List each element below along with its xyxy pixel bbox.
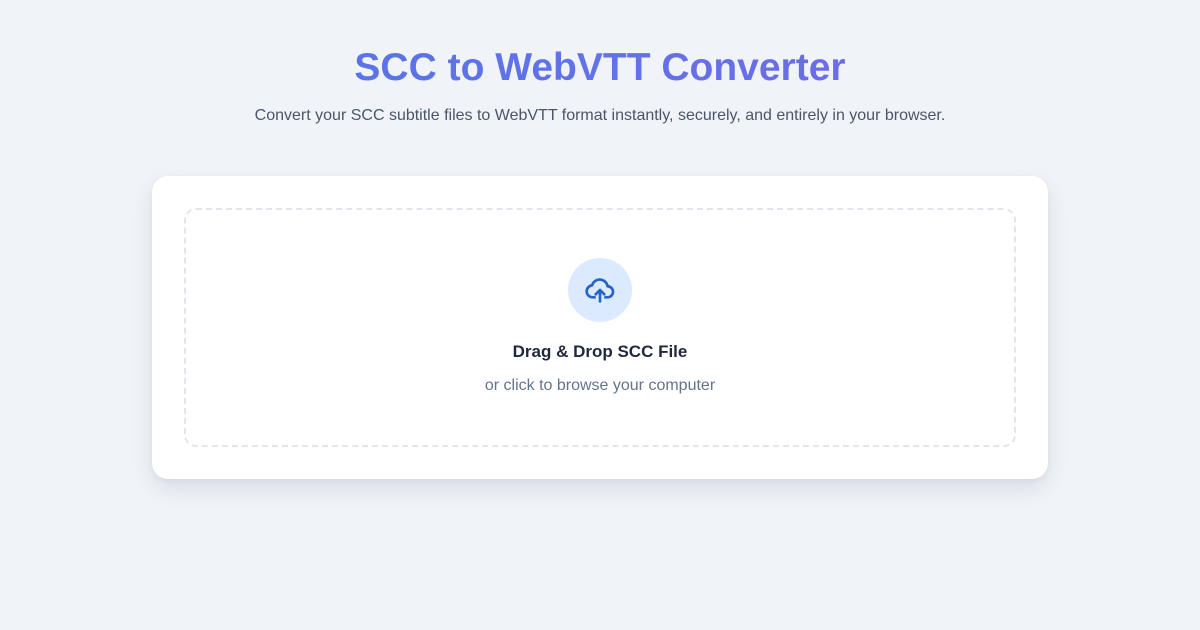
cloud-upload-icon (585, 278, 615, 303)
dropzone-hint: or click to browse your computer (484, 377, 716, 394)
file-dropzone[interactable]: Drag & Drop SCC File or click to browse … (184, 208, 1016, 447)
page-subtitle: Convert your SCC subtitle files to WebVT… (254, 107, 946, 124)
dropzone-title: Drag & Drop SCC File (512, 342, 688, 361)
page-title: SCC to WebVTT Converter (0, 44, 1200, 92)
converter-card: Drag & Drop SCC File or click to browse … (152, 176, 1048, 479)
upload-icon-circle (568, 258, 632, 322)
